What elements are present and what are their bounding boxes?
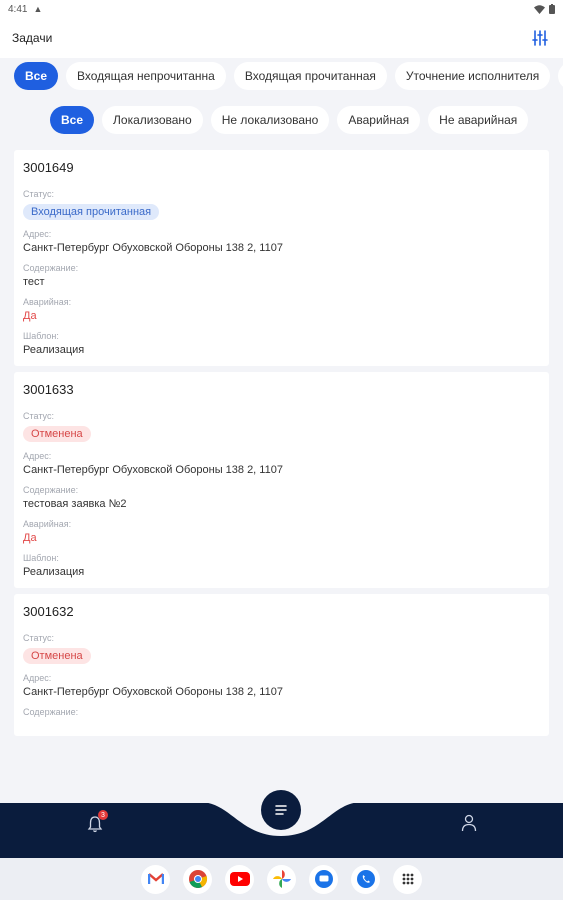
chrome-icon[interactable] [183,864,212,894]
status-filter-row: Все Входящая непрочитанна Входящая прочи… [0,62,563,90]
task-number: 3001632 [23,604,74,619]
emergency-label: Аварийная: [23,519,72,529]
notification-badge: 3 [98,810,108,820]
clock: 4:41 [8,3,28,15]
battery-icon [549,4,555,14]
template-value: Реализация [23,566,85,578]
address-value: Санкт-Петербург Обуховской Обороны 138 2… [23,686,283,698]
address-value: Санкт-Петербург Обуховской Обороны 138 2… [23,242,283,254]
chip-type-localized[interactable]: Локализовано [102,106,203,134]
address-label: Адрес: [23,673,52,683]
menu-icon [275,805,287,815]
content-label: Содержание: [23,485,79,495]
task-number: 3001633 [23,382,74,397]
address-label: Адрес: [23,229,52,239]
page-title: Задачи [12,31,53,45]
template-value: Реализация [23,344,85,356]
apps-grid-icon[interactable] [393,864,422,894]
chip-status-all[interactable]: Все [14,62,59,90]
address-value: Санкт-Петербург Обуховской Обороны 138 2… [23,464,283,476]
wifi-icon [534,4,545,14]
system-status-bar: 4:41 ▲ [0,0,563,18]
chip-type-not-localized[interactable]: Не локализовано [210,106,330,134]
status-label: Статус: [23,633,54,643]
task-card[interactable]: 3001632 Статус: Отменена Адрес: Санкт-Пе… [14,594,549,736]
emergency-value: Да [23,532,37,544]
chip-type-emergency[interactable]: Аварийная [337,106,421,134]
template-label: Шаблон: [23,553,59,563]
photos-icon[interactable] [267,864,296,894]
status-label: Статус: [23,189,54,199]
type-filter-row: Все Локализовано Не локализовано Аварийн… [0,106,563,134]
messages-icon[interactable] [309,864,338,894]
task-card[interactable]: 3001633 Статус: Отменена Адрес: Санкт-Пе… [14,372,549,588]
gmail-icon[interactable] [141,864,170,894]
task-list: 3001649 Статус: Входящая прочитанная Адр… [14,150,549,742]
emergency-label: Аварийная: [23,297,72,307]
filter-button[interactable] [529,27,551,49]
task-number: 3001649 [23,160,74,175]
sliders-icon [532,30,548,46]
user-icon[interactable] [461,814,477,832]
emergency-value: Да [23,310,37,322]
app-bar: Задачи [0,18,563,58]
warning-icon: ▲ [33,4,43,14]
content-label: Содержание: [23,707,79,717]
content-value: тестовая заявка №2 [23,498,127,510]
task-card[interactable]: 3001649 Статус: Входящая прочитанная Адр… [14,150,549,366]
chip-status-more[interactable]: В [558,62,563,90]
chip-status-clarification[interactable]: Уточнение исполнителя [394,62,551,90]
status-badge: Отменена [23,426,91,442]
phone-icon[interactable] [351,864,380,894]
content-value: тест [23,276,45,288]
address-label: Адрес: [23,451,52,461]
chip-type-all[interactable]: Все [50,106,95,134]
youtube-icon[interactable] [225,864,254,894]
android-taskbar [0,858,563,900]
status-badge: Отменена [23,648,91,664]
chip-status-read[interactable]: Входящая прочитанная [233,62,387,90]
chip-status-unread[interactable]: Входящая непрочитанна [66,62,226,90]
menu-fab-button[interactable] [261,790,301,830]
chip-type-not-emergency[interactable]: Не аварийная [428,106,529,134]
status-label: Статус: [23,411,54,421]
content-label: Содержание: [23,263,79,273]
status-badge: Входящая прочитанная [23,204,160,220]
template-label: Шаблон: [23,331,59,341]
